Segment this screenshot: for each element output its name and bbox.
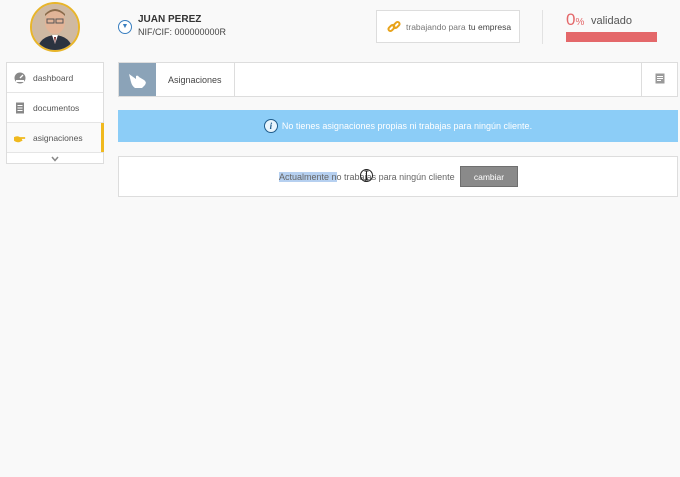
- company-name: tu empresa: [468, 21, 512, 32]
- header-divider: [542, 10, 543, 44]
- link-icon: [387, 20, 401, 34]
- info-icon: i: [263, 119, 278, 133]
- hand-pointer-icon: [14, 132, 26, 144]
- alert-text: No tienes asignaciones propias ni trabaj…: [281, 121, 533, 131]
- sidebar-item-label: dashboard: [33, 72, 74, 83]
- section-options-button[interactable]: [641, 63, 677, 96]
- sidebar: dashboard documentos asignaciones: [6, 62, 104, 164]
- company-prefix: trabajando para: [406, 21, 466, 32]
- sidebar-item-asignaciones[interactable]: asignaciones: [7, 123, 104, 153]
- sidebar-expand[interactable]: [7, 153, 103, 163]
- info-alert: i No tienes asignaciones propias ni trab…: [118, 110, 678, 142]
- status-text-rest: o trabajas para ningún cliente: [336, 172, 455, 182]
- validation-percent-sign: %: [575, 17, 585, 28]
- user-name: JUAN PEREZ: [138, 14, 202, 25]
- validation-progress-bar: [566, 32, 657, 42]
- page-title: Asignaciones: [156, 63, 235, 96]
- document-icon: [14, 102, 26, 114]
- user-avatar: [30, 2, 80, 52]
- sidebar-item-label: asignaciones: [33, 132, 83, 143]
- selected-text: Actualmente n: [279, 172, 337, 182]
- text-cursor-icon: [360, 168, 373, 183]
- section-header: Asignaciones: [118, 62, 678, 97]
- list-document-icon: [655, 71, 665, 89]
- validation-percent: 0%: [566, 10, 584, 30]
- company-selector[interactable]: trabajando para tu empresa: [376, 10, 520, 43]
- change-button[interactable]: cambiar: [460, 166, 518, 187]
- assignment-card: Actualmente no trabajas para ningún clie…: [118, 156, 678, 197]
- gauge-icon: [14, 72, 26, 84]
- sidebar-item-documentos[interactable]: documentos: [7, 93, 103, 123]
- user-nif: NIF/CIF: 000000000R: [138, 27, 227, 37]
- sidebar-item-dashboard[interactable]: dashboard: [7, 63, 103, 93]
- sidebar-item-label: documentos: [33, 102, 80, 113]
- user-menu-toggle-icon[interactable]: ▼: [118, 20, 132, 34]
- validation-label: validado: [591, 15, 632, 27]
- hand-pointer-icon: [119, 63, 156, 96]
